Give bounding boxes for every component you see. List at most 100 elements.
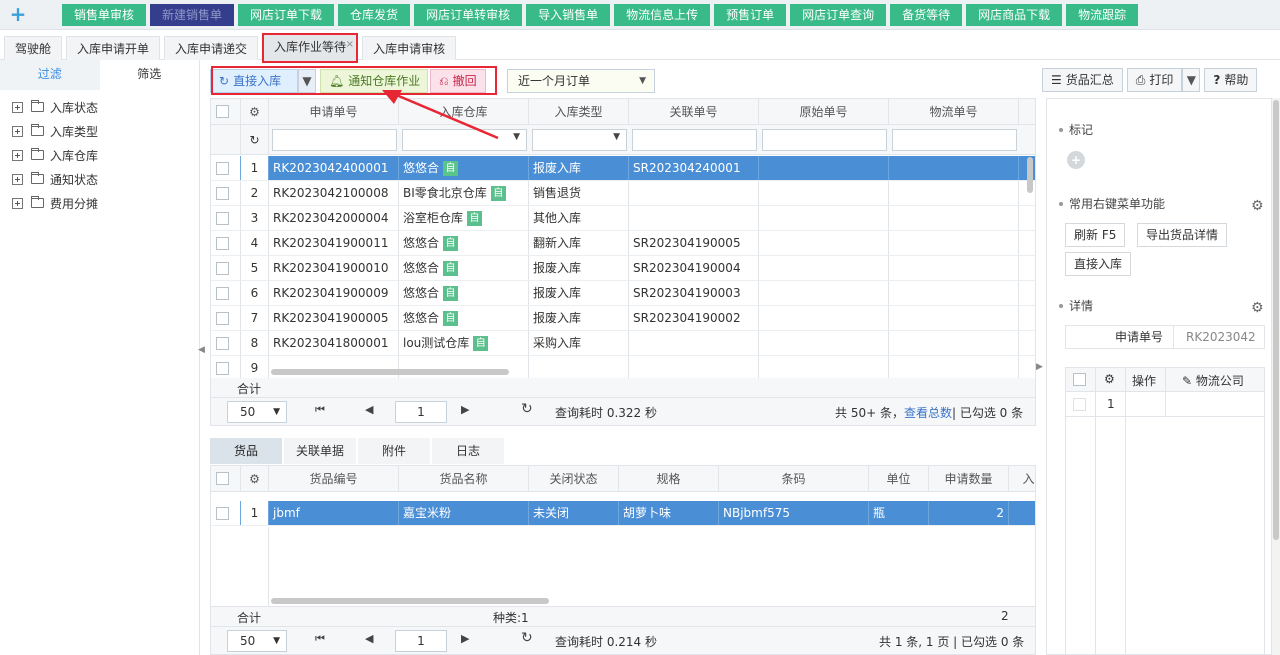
row-checkbox[interactable] <box>216 162 229 175</box>
tree-node[interactable]: 通知状态 <box>0 167 199 191</box>
table-row[interactable]: 5 RK2023041900010 悠悠合自报废入库 SR202304190004 <box>211 256 1035 281</box>
gear-icon[interactable]: ⚙ <box>241 466 269 491</box>
table-row[interactable]: 4 RK2023041900011 悠悠合自翻新入库 SR202304190005 <box>211 231 1035 256</box>
expand-icon[interactable] <box>12 125 23 137</box>
tab-detail[interactable]: 关联单据 <box>284 438 356 464</box>
expand-icon[interactable] <box>12 149 23 161</box>
tab-detail[interactable]: 货品 <box>210 438 282 464</box>
top-nav-item[interactable]: 导入销售单 <box>526 4 611 26</box>
first-page-icon[interactable]: ⏮ <box>315 403 325 417</box>
row-checkbox[interactable] <box>216 212 229 225</box>
right-scrollbar[interactable] <box>1272 98 1280 655</box>
refresh-icon[interactable]: ↻ <box>521 630 533 646</box>
tab-screen[interactable]: 筛选 <box>99 60 199 90</box>
view-total-link[interactable]: 查看总数 <box>904 406 952 420</box>
plus-icon[interactable]: + <box>8 2 28 26</box>
top-nav-item[interactable]: 仓库发货 <box>338 4 411 26</box>
row-checkbox[interactable] <box>216 362 229 375</box>
row-checkbox[interactable] <box>1073 398 1086 411</box>
col-header[interactable]: 原始单号 <box>759 99 889 124</box>
col-header[interactable]: 申请数量 <box>929 466 1009 491</box>
tab-page[interactable]: 入库申请递交 <box>164 36 259 60</box>
row-checkbox[interactable] <box>216 287 229 300</box>
tree-node[interactable]: 费用分摊 <box>0 191 199 215</box>
tab-page[interactable]: 入库作业等待 × <box>262 33 359 63</box>
row-checkbox[interactable] <box>216 312 229 325</box>
date-range-select[interactable]: 近一个月订单 ▼ <box>507 69 655 93</box>
table-row[interactable]: 1 jbmf 嘉宝米粉 未关闭 胡萝卜味 NBjbmf575 瓶 2 <box>211 501 1035 526</box>
table-row[interactable]: 8 RK2023041800001 lou测试仓库自采购入库 <box>211 331 1035 356</box>
vertical-scrollbar[interactable] <box>1027 157 1033 193</box>
goods-summary-button[interactable]: ☰ 货品汇总 <box>1042 68 1123 92</box>
row-checkbox[interactable] <box>216 337 229 350</box>
col-header[interactable]: 条码 <box>719 466 869 491</box>
close-icon[interactable]: × <box>346 33 354 57</box>
col-header[interactable]: 入库类型 <box>529 99 629 124</box>
export-goods-button[interactable]: 导出货品详情 <box>1137 223 1228 247</box>
select-all-checkbox[interactable] <box>216 472 229 485</box>
expand-icon[interactable] <box>12 197 23 209</box>
row-checkbox[interactable] <box>216 507 229 520</box>
top-nav-item[interactable]: 预售订单 <box>714 4 787 26</box>
col-header[interactable]: 入 <box>1009 466 1035 491</box>
top-nav-item[interactable]: 销售单审核 <box>62 4 147 26</box>
first-page-icon[interactable]: ⏮ <box>315 632 325 646</box>
col-header[interactable]: 单位 <box>869 466 929 491</box>
print-dropdown[interactable]: ▼ <box>1182 68 1201 92</box>
top-nav-item[interactable]: 新建销售单 <box>150 4 235 26</box>
tab-page[interactable]: 入库申请开单 <box>66 36 161 60</box>
filter-input[interactable] <box>892 129 1017 151</box>
col-header[interactable]: 关联单号 <box>629 99 759 124</box>
help-button[interactable]: ? 帮助 <box>1204 68 1258 92</box>
refresh-icon[interactable]: ↻ <box>521 401 533 417</box>
col-header[interactable]: 关闭状态 <box>529 466 619 491</box>
top-nav-item[interactable]: 网店订单查询 <box>790 4 887 26</box>
top-nav-item[interactable]: 物流信息上传 <box>614 4 711 26</box>
filter-input[interactable] <box>272 129 397 151</box>
top-nav-item[interactable]: 备货等待 <box>890 4 963 26</box>
table-row[interactable]: 1 RK2023042400001 悠悠合自报废入库 SR202304240001 <box>211 156 1035 181</box>
tab-detail[interactable]: 附件 <box>358 438 430 464</box>
gear-icon[interactable]: ⚙ <box>1104 372 1115 386</box>
page-input[interactable]: 1 <box>395 630 447 652</box>
prev-page-icon[interactable]: ◀ <box>365 632 373 645</box>
print-button[interactable]: ⎙ 打印 <box>1126 68 1183 92</box>
page-size-select[interactable]: 50 ▼ <box>227 630 287 652</box>
select-all-checkbox[interactable] <box>1073 373 1086 386</box>
top-nav-item[interactable]: 网店商品下载 <box>966 4 1063 26</box>
gear-icon[interactable]: ⚙ <box>1251 199 1265 213</box>
col-header[interactable]: 物流单号 <box>889 99 1019 124</box>
filter-input[interactable] <box>762 129 887 151</box>
col-header[interactable]: 规格 <box>619 466 719 491</box>
refresh-button[interactable]: 刷新 F5 <box>1065 223 1126 247</box>
add-mark-icon[interactable]: + <box>1067 151 1085 169</box>
tab-page[interactable]: 入库申请审核 <box>362 36 457 60</box>
top-nav-item[interactable]: 网店订单转审核 <box>414 4 523 26</box>
sidebar-collapse-handle[interactable]: ◀ <box>198 345 205 381</box>
tree-node[interactable]: 入库状态 <box>0 95 199 119</box>
table-row[interactable]: 6 RK2023041900009 悠悠合自报废入库 SR202304190003 <box>211 281 1035 306</box>
horizontal-scrollbar[interactable] <box>271 369 509 375</box>
filter-select[interactable]: ▼ <box>532 129 627 151</box>
next-page-icon[interactable]: ▶ <box>461 632 469 645</box>
tree-node[interactable]: 入库仓库 <box>0 143 199 167</box>
table-row[interactable]: 2 RK2023042100008 BI零食北京仓库自销售退货 <box>211 181 1035 206</box>
row-checkbox[interactable] <box>216 237 229 250</box>
row-checkbox[interactable] <box>216 262 229 275</box>
expand-icon[interactable] <box>12 101 23 113</box>
page-input[interactable]: 1 <box>395 401 447 423</box>
tab-detail[interactable]: 日志 <box>432 438 504 464</box>
direct-in-menu-button[interactable]: 直接入库 <box>1065 252 1132 276</box>
expand-icon[interactable] <box>12 173 23 185</box>
gear-icon[interactable]: ⚙ <box>241 99 269 124</box>
page-size-select[interactable]: 50 ▼ <box>227 401 287 423</box>
tree-node[interactable]: 入库类型 <box>0 119 199 143</box>
table-row[interactable]: 3 RK2023042000004 浴室柜仓库自其他入库 <box>211 206 1035 231</box>
gear-icon[interactable]: ⚙ <box>1251 301 1265 315</box>
tab-page[interactable]: 驾驶舱 <box>4 36 63 60</box>
top-nav-item[interactable]: 物流跟踪 <box>1066 4 1139 26</box>
reset-icon[interactable]: ↻ <box>241 125 269 154</box>
col-header[interactable]: 货品名称 <box>399 466 529 491</box>
row-checkbox[interactable] <box>216 187 229 200</box>
filter-input[interactable] <box>632 129 757 151</box>
